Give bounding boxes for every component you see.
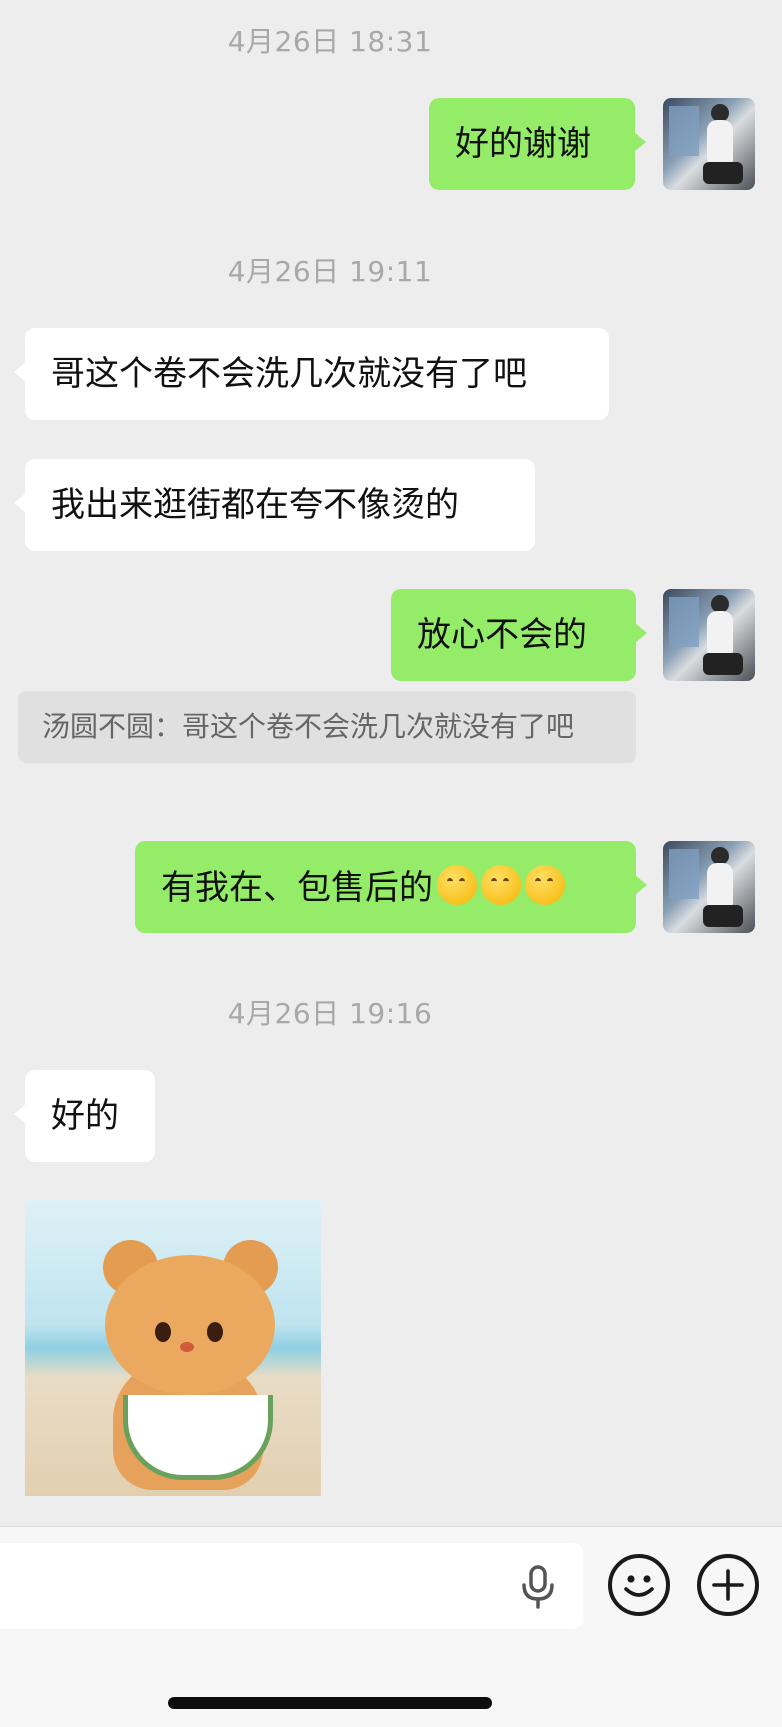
timestamp: 4月26日 19:11 [227, 255, 433, 288]
quoted-message[interactable]: 汤圆不圆：哥这个卷不会洗几次就没有了吧 [18, 691, 636, 763]
message-input[interactable] [0, 1543, 583, 1629]
thinking-face-emoji-icon [437, 865, 477, 905]
emoji-button[interactable] [608, 1554, 670, 1616]
message-text: 好的 [51, 1096, 119, 1136]
message-text: 有我在、包售后的 [161, 868, 433, 908]
my-avatar[interactable] [663, 98, 755, 190]
timestamp: 4月26日 18:31 [227, 25, 433, 58]
message-bubble-incoming[interactable]: 哥这个卷不会洗几次就没有了吧 [14, 328, 609, 420]
plus-button[interactable] [697, 1554, 759, 1616]
message-text: 放心不会的 [417, 615, 587, 655]
home-indicator [168, 1697, 492, 1709]
message-bubble-outgoing[interactable]: 好的谢谢 [429, 98, 646, 190]
my-avatar[interactable] [663, 841, 755, 933]
message-bubble-outgoing[interactable]: 放心不会的 [391, 589, 647, 681]
plus-icon [712, 1569, 744, 1601]
timestamp: 4月26日 19:16 [227, 997, 433, 1030]
bear-sticker-image[interactable] [25, 1200, 321, 1496]
microphone-icon[interactable] [518, 1565, 558, 1609]
thinking-face-emoji-icon [481, 865, 521, 905]
message-bubble-outgoing[interactable]: 有我在、包售后的 [135, 841, 647, 933]
message-text: 哥这个卷不会洗几次就没有了吧 [51, 354, 527, 394]
thinking-face-emoji-icon [525, 865, 565, 905]
message-text: 我出来逛街都在夸不像烫的 [51, 485, 459, 525]
message-bubble-incoming[interactable]: 我出来逛街都在夸不像烫的 [14, 459, 535, 551]
my-avatar[interactable] [663, 589, 755, 681]
message-bubble-incoming[interactable]: 好的 [14, 1070, 155, 1162]
smiley-icon [624, 1575, 654, 1597]
message-text: 好的谢谢 [455, 124, 591, 164]
